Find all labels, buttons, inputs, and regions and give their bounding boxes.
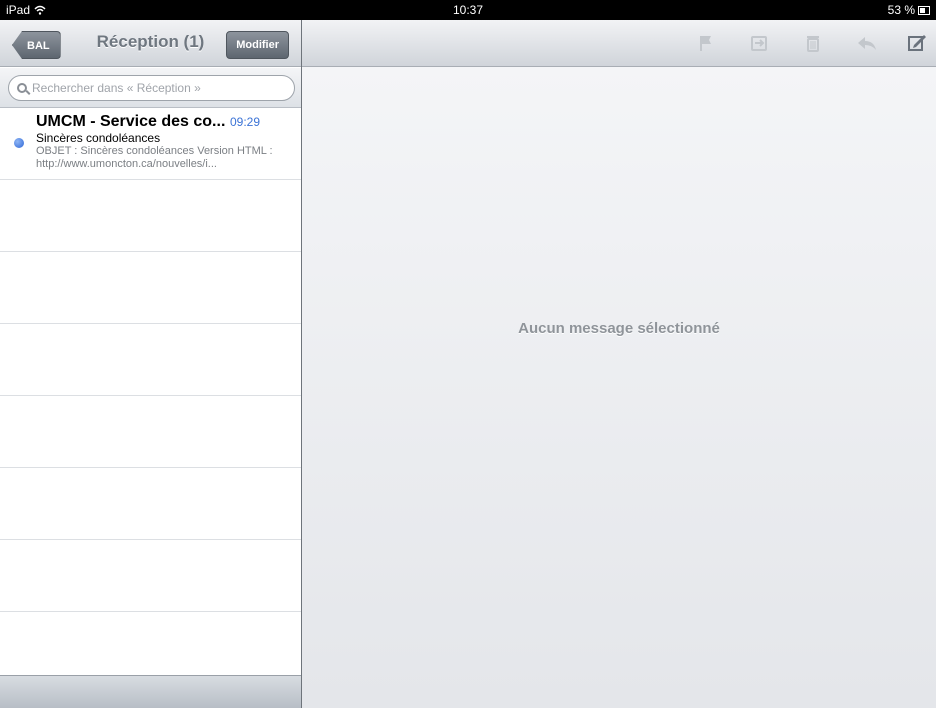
edit-button[interactable]: Modifier (226, 31, 289, 59)
empty-list-row (0, 396, 301, 468)
reply-icon[interactable] (856, 33, 878, 53)
mailbox-nav-bar: BAL Réception (1) Modifier (0, 20, 301, 67)
mailbox-pane: BAL Réception (1) Modifier Rechercher da… (0, 20, 301, 708)
mailbox-bottom-toolbar (0, 675, 301, 708)
status-right: 53 % (888, 3, 930, 17)
search-placeholder: Rechercher dans « Réception » (32, 81, 201, 95)
message-list-item[interactable]: UMCM - Service des co... 09:29 Sincères … (0, 109, 301, 180)
search-icon (17, 83, 27, 93)
battery-percent: 53 % (887, 3, 915, 17)
empty-list-row (0, 324, 301, 396)
message-subject: Sincères condoléances (36, 131, 161, 145)
search-bar: Rechercher dans « Réception » (0, 68, 301, 108)
empty-list-row (0, 181, 301, 252)
message-preview: OBJET : Sincères condoléances Version HT… (36, 145, 273, 170)
unread-dot-icon (14, 138, 24, 148)
empty-list-row (0, 540, 301, 612)
trash-icon[interactable] (802, 33, 824, 53)
status-time: 10:37 (452, 3, 484, 17)
status-bar: iPad 10:37 53 % (0, 0, 936, 20)
flag-icon[interactable] (694, 33, 716, 53)
empty-list-row (0, 252, 301, 324)
battery-icon (918, 5, 930, 15)
move-folder-icon[interactable] (748, 33, 770, 53)
detail-toolbar (302, 20, 936, 67)
empty-list-row (0, 612, 301, 675)
message-sender: UMCM - Service des co... (36, 113, 226, 130)
search-input[interactable]: Rechercher dans « Réception » (8, 75, 295, 101)
message-detail-pane: Aucun message sélectionné (302, 20, 936, 708)
compose-icon[interactable] (906, 33, 928, 53)
message-time: 09:29 (230, 115, 261, 129)
no-message-selected-text: Aucun message sélectionné (518, 320, 720, 337)
empty-list-row (0, 468, 301, 540)
